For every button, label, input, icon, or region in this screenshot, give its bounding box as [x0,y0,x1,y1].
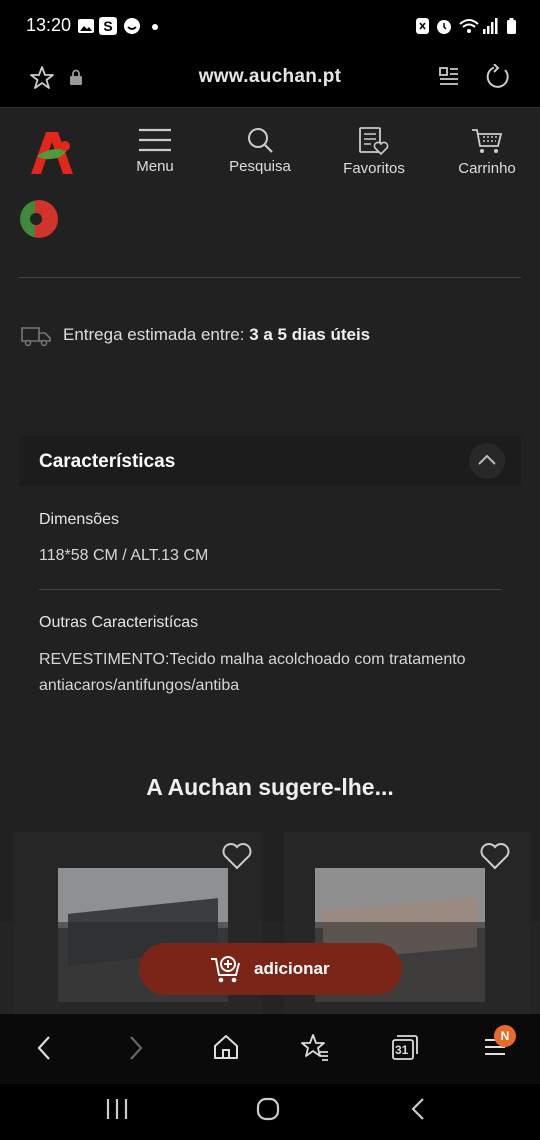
collapse-button[interactable] [469,443,505,479]
divider [19,277,521,278]
svg-text:S: S [103,18,112,34]
status-time: 13:20 [26,15,72,35]
heart-icon[interactable] [479,842,511,870]
auchan-logo[interactable] [27,128,77,176]
nav-favorites-label: Favoritos [343,160,405,177]
s-app-icon: S [99,17,117,35]
delivery-info: Entrega estimada entre: 3 a 5 dias úteis [63,325,370,345]
gallery-icon [78,19,94,33]
characteristics-header[interactable]: Características [19,436,521,486]
alarm-icon [437,20,451,34]
truck-icon [21,327,51,347]
forward-icon[interactable] [126,1034,146,1062]
nav-favorites[interactable]: Favoritos [341,126,407,177]
refresh-icon[interactable] [485,64,511,90]
tabs-button[interactable]: 31 [391,1033,419,1061]
characteristics-title: Características [39,451,176,472]
system-navigation-bar [0,1084,540,1140]
nav-menu-label: Menu [136,158,174,175]
bookmarks-icon[interactable] [300,1032,330,1062]
menu-icon [139,128,171,152]
search-icon [248,128,273,153]
face-icon [124,18,140,34]
other-characteristics-value: REVESTIMENTO:Tecido malha acolchoado com… [39,651,466,694]
suggestions-title: A Auchan sugere-lhe... [146,774,394,800]
reader-mode-icon[interactable] [438,66,460,88]
nfc-icon [416,18,429,34]
nav-search[interactable]: Pesquisa [226,126,294,175]
other-characteristics-label: Outras Caracteristícas [39,614,199,631]
nav-cart-label: Carrinho [458,160,516,177]
nav-cart[interactable]: Carrinho [455,126,519,177]
divider [39,589,501,590]
nav-search-label: Pesquisa [229,158,291,175]
add-to-cart-label: adicionar [254,959,330,978]
nav-menu[interactable]: Menu [129,126,181,175]
back-nav-icon[interactable] [408,1096,430,1122]
home-icon[interactable] [212,1033,240,1061]
status-bar: 13:20 S [0,0,540,52]
browser-bottom-bar: 31 N [0,1014,540,1084]
portugal-flag-icon[interactable] [19,199,59,239]
add-to-cart-button[interactable]: adicionar [139,943,402,995]
dimensions-label: Dimensões [39,511,120,528]
favorites-icon [359,127,389,156]
battery-icon [507,18,516,34]
wifi-icon [459,19,479,33]
browser-url-bar: www.auchan.pt [0,52,540,108]
delivery-value: 3 a 5 dias úteis [249,325,371,344]
back-icon[interactable] [34,1034,54,1062]
delivery-prefix: Entrega estimada entre: [63,325,245,344]
tabs-count: 31 [395,1043,409,1057]
add-cart-icon [211,956,240,983]
heart-icon[interactable] [221,842,253,870]
cart-icon [472,129,503,153]
dimensions-value: 118*58 CM / ALT.13 CM [39,547,209,564]
page-content: Menu Pesquisa Favoritos Carrinho Entrega… [0,108,540,1014]
signal-icon [483,18,498,34]
recent-apps-icon[interactable] [104,1096,130,1122]
home-nav-icon[interactable] [255,1096,281,1122]
notification-badge: N [494,1025,516,1047]
dot-icon [152,24,158,30]
chevron-up-icon [478,454,496,465]
